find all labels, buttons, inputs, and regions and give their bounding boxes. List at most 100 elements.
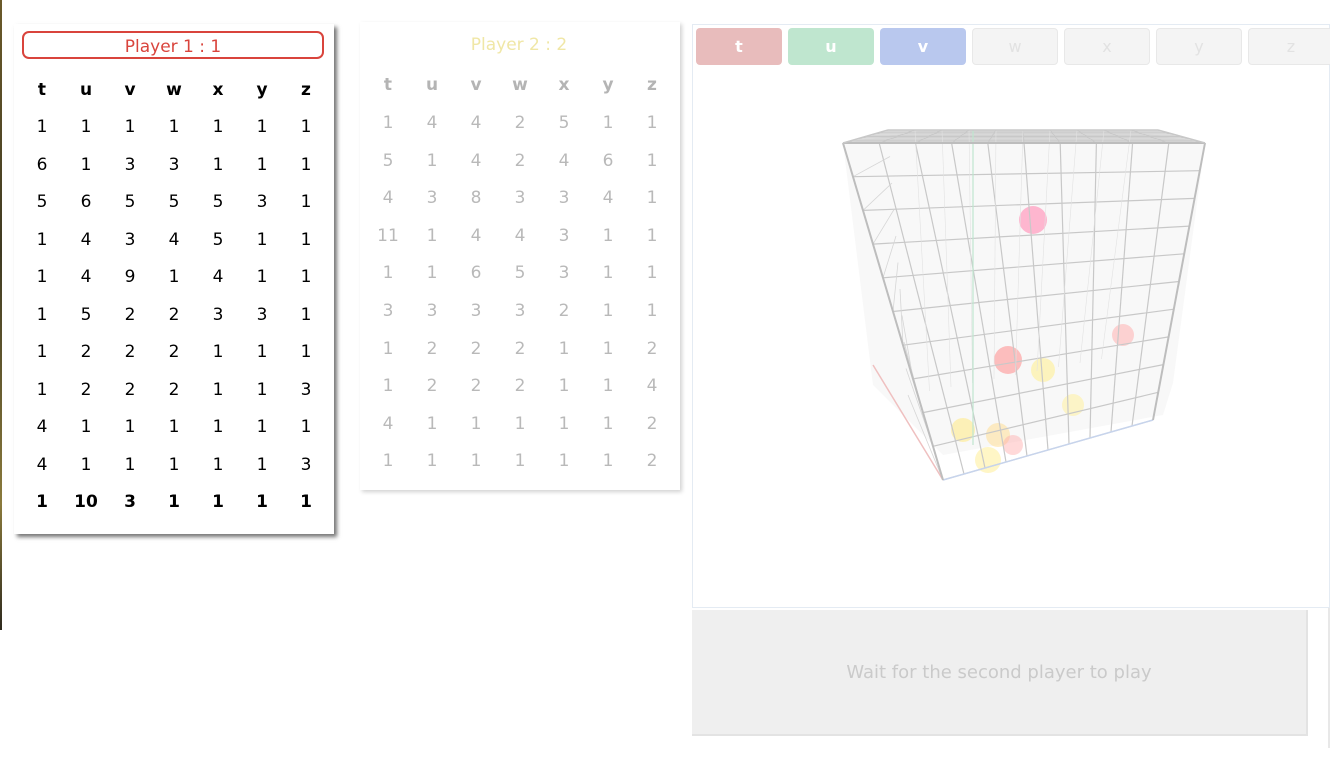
score-cell: 5 <box>80 304 92 325</box>
score-cell: 1 <box>36 117 48 137</box>
score-cell: 2 <box>124 304 136 325</box>
cube-board[interactable] <box>693 25 1329 607</box>
score-cell: 5 <box>168 192 180 212</box>
score-cell: 1 <box>382 376 394 397</box>
game-piece <box>994 346 1022 374</box>
score-cell: 1 <box>168 492 180 512</box>
player2-score-panel: Player 2 : 2 tuvwxyz14425115142461438334… <box>360 22 680 490</box>
score-cell: 10 <box>74 492 98 512</box>
score-cell: 4 <box>470 150 482 171</box>
score-cell: 1 <box>212 379 224 400</box>
game-3d-view[interactable]: tuvwxyz <box>692 24 1330 608</box>
score-cell: 1 <box>168 417 180 437</box>
score-cell: 1 <box>646 225 658 246</box>
score-cell: 3 <box>470 300 482 321</box>
score-cell: 1 <box>602 376 614 397</box>
score-cell: 1 <box>426 451 438 472</box>
score-cell: 1 <box>36 379 48 400</box>
score-cell: 1 <box>382 263 394 284</box>
score-cell: 4 <box>36 417 48 437</box>
cube-face <box>843 143 1205 455</box>
score-cell: 3 <box>558 225 570 246</box>
score-cell: 1 <box>300 154 312 175</box>
score-cell: 1 <box>300 192 312 212</box>
score-cell: 2 <box>426 376 438 397</box>
score-cell: 3 <box>124 229 136 250</box>
score-cell: 3 <box>426 188 438 209</box>
score-cell: 3 <box>256 192 268 212</box>
score-cell: 4 <box>212 267 224 287</box>
score-cell: 4 <box>168 229 180 250</box>
score-cell: 1 <box>168 117 180 137</box>
score-cell: 1 <box>646 300 658 321</box>
score-cell: 4 <box>558 150 570 171</box>
score-cell: 1 <box>36 229 48 250</box>
score-cell: 1 <box>80 454 92 475</box>
score-cell: 2 <box>80 342 92 362</box>
score-cell: 1 <box>602 413 614 434</box>
score-cell: 1 <box>300 492 312 512</box>
score-cell: 1 <box>602 263 614 284</box>
game-piece <box>1003 435 1023 455</box>
axis-button-w[interactable]: w <box>972 28 1058 65</box>
score-cell: 1 <box>470 451 482 472</box>
score-cell: 5 <box>36 192 48 212</box>
score-cell: 3 <box>300 379 312 400</box>
score-cell: 1 <box>426 150 438 171</box>
score-cell: 1 <box>300 342 312 362</box>
column-header: u <box>425 75 439 95</box>
score-cell: 4 <box>382 188 394 209</box>
score-cell: 1 <box>212 492 224 512</box>
score-cell: 1 <box>382 113 394 133</box>
score-cell: 1 <box>36 267 48 287</box>
score-cell: 6 <box>602 150 614 171</box>
score-cell: 8 <box>470 188 482 209</box>
score-cell: 5 <box>558 113 570 133</box>
score-cell: 3 <box>426 300 438 321</box>
score-cell: 4 <box>602 188 614 209</box>
score-cell: 1 <box>212 117 224 137</box>
score-cell: 1 <box>426 225 438 246</box>
score-cell: 2 <box>514 113 526 133</box>
score-cell: 1 <box>212 417 224 437</box>
score-cell: 4 <box>470 113 482 133</box>
axis-button-v[interactable]: v <box>880 28 966 65</box>
score-cell: 1 <box>212 342 224 362</box>
score-cell: 1 <box>168 267 180 287</box>
score-cell: 2 <box>168 379 180 400</box>
score-cell: 4 <box>80 229 92 250</box>
column-header: v <box>470 75 482 95</box>
score-cell: 4 <box>646 376 658 397</box>
score-cell: 1 <box>602 300 614 321</box>
score-cell: 1 <box>124 454 136 475</box>
axis-button-y[interactable]: y <box>1156 28 1242 65</box>
score-cell: 6 <box>80 192 92 212</box>
score-cell: 3 <box>212 304 224 325</box>
axis-button-z[interactable]: z <box>1248 28 1330 65</box>
score-cell: 1 <box>168 454 180 475</box>
score-cell: 11 <box>377 225 399 246</box>
score-cell: 1 <box>36 304 48 325</box>
score-cell: 1 <box>256 454 268 475</box>
score-cell: 5 <box>514 263 526 284</box>
score-cell: 2 <box>470 338 482 359</box>
score-cell: 1 <box>124 117 136 137</box>
score-cell: 1 <box>300 117 312 137</box>
axis-button-x[interactable]: x <box>1064 28 1150 65</box>
background-edge <box>0 0 2 630</box>
player1-title: Player 1 : 1 <box>22 31 324 59</box>
score-cell: 1 <box>300 304 312 325</box>
score-cell: 1 <box>646 188 658 209</box>
status-message: Wait for the second player to play <box>692 610 1308 736</box>
score-cell: 1 <box>256 117 268 137</box>
axis-button-u[interactable]: u <box>788 28 874 65</box>
score-cell: 3 <box>300 454 312 475</box>
score-cell: 2 <box>426 338 438 359</box>
axis-button-t[interactable]: t <box>696 28 782 65</box>
column-header: t <box>383 75 393 95</box>
score-cell: 1 <box>514 413 526 434</box>
game-piece <box>1019 206 1047 234</box>
score-cell: 1 <box>558 451 570 472</box>
column-header: z <box>301 80 311 100</box>
score-cell: 2 <box>558 300 570 321</box>
